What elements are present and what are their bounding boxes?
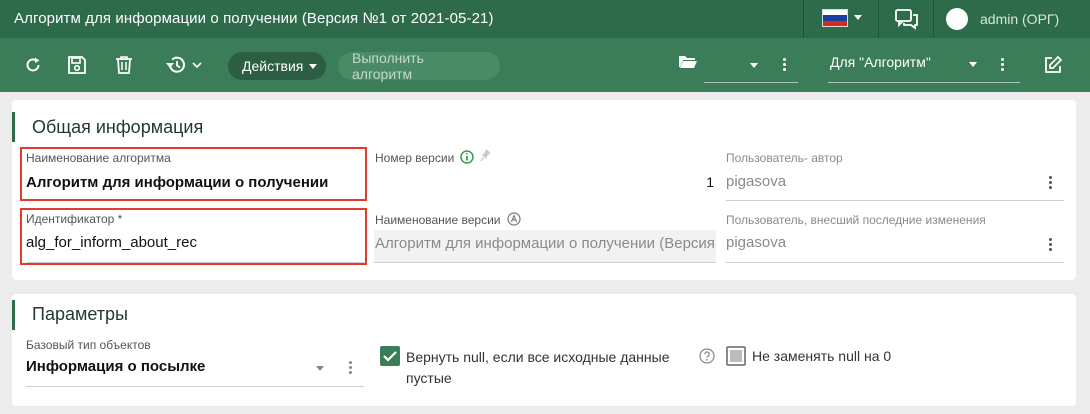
edit-icon [1045,55,1063,73]
history-icon [165,56,185,73]
author-value: pigasova [726,173,787,190]
version-number-value: 1 [706,174,714,190]
separator [803,0,804,38]
separator [878,0,879,38]
section-accent [12,300,15,330]
field-underline [726,262,1064,263]
base-type-label: Базовый тип объектов [26,338,151,352]
return-null-label-line2: пустые [406,370,452,386]
avatar[interactable] [946,8,968,30]
highlight-box [20,208,367,265]
chevron-down-icon [854,15,862,20]
chevron-down-icon[interactable] [316,366,324,371]
delete-button[interactable] [111,38,137,92]
folder-select-underline [704,82,798,83]
checkmark-icon [383,351,397,362]
context-select-value[interactable]: Для "Алгоритм" [830,54,931,70]
actions-button[interactable]: Действия [228,52,326,80]
chevron-down-icon [309,63,318,69]
highlight-box [20,147,367,201]
refresh-button[interactable] [20,38,46,92]
context-select-underline [828,82,1020,83]
auto-icon [507,212,521,226]
toolbar: Действия Выполнить алгоритм Для "Алгорит… [0,38,1090,92]
version-name-field: Алгоритм для информации о получении (Вер… [375,235,715,252]
more-options-icon[interactable] [1049,176,1052,191]
more-options-icon[interactable] [349,361,352,376]
trash-icon [116,56,132,74]
save-icon [68,56,86,74]
return-null-checkbox[interactable] [380,346,400,366]
section-accent [12,112,15,142]
author-label: Пользователь- автор [726,151,843,165]
no-replace-null-label: Не заменять null на 0 [752,348,892,364]
field-underline [374,262,716,263]
chevron-down-icon[interactable] [969,62,977,67]
more-options-icon[interactable] [783,58,786,73]
version-name-label: Наименование версии [375,213,501,227]
more-options-icon[interactable] [1049,238,1052,253]
pin-icon[interactable] [478,149,490,163]
russian-flag-icon [822,9,848,27]
save-button[interactable] [64,38,90,92]
separator [933,0,934,38]
return-null-label-line1: Вернуть null, если все исходные данные [406,349,670,365]
run-algorithm-label: Выполнить алгоритм [352,50,424,82]
history-button[interactable] [160,38,206,92]
actions-button-label: Действия [242,58,304,74]
chat-icon[interactable] [894,8,920,30]
section-title: Параметры [32,304,128,324]
language-selector[interactable] [806,0,878,38]
user-name[interactable]: admin (ОРГ) [980,11,1059,27]
title-bar: Алгоритм для информации о получении (Вер… [0,0,1090,38]
section-title: Общая информация [32,117,204,137]
no-replace-null-checkbox[interactable] [726,346,746,366]
base-type-select[interactable]: Информация о посылке [26,358,205,375]
field-underline [726,200,1064,201]
last-modifier-label: Пользователь, внесший последние изменени… [726,213,986,227]
return-null-label: Вернуть null, если все исходные данные п… [406,347,669,389]
more-options-icon[interactable] [1001,58,1004,73]
refresh-icon [26,57,40,72]
chevron-down-icon [191,62,202,69]
folder-button[interactable] [676,38,700,84]
edit-button[interactable] [1040,38,1066,92]
folder-icon [679,56,697,68]
run-algorithm-button[interactable]: Выполнить алгоритм [338,50,500,82]
info-icon[interactable] [460,150,474,164]
field-underline [26,386,364,387]
version-number-label: Номер версии [375,151,455,165]
help-icon[interactable] [699,348,715,364]
window-title: Алгоритм для информации о получении (Вер… [14,10,494,27]
chevron-down-icon [750,63,758,68]
folder-select[interactable] [704,52,766,82]
last-modifier-value: pigasova [726,234,787,251]
parameters-card: Параметры Базовый тип объектов Информаци… [12,294,1076,406]
